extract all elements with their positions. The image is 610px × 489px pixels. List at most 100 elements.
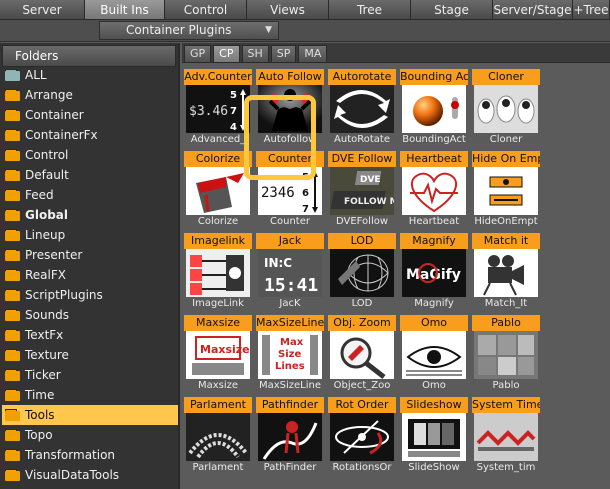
svg-text:Max: Max <box>280 337 304 348</box>
plugin-title: Bounding Action <box>400 69 468 85</box>
menu-built-ins[interactable]: Built Ins <box>85 0 165 20</box>
plugin-tile[interactable]: Rot Order RotationsOr <box>328 397 396 477</box>
folder-item-all[interactable]: ALL <box>2 65 178 85</box>
plugin-tile[interactable]: Jack IN:C 15:41 JacK <box>256 233 324 313</box>
plugin-label: Pablo <box>492 380 520 391</box>
plugin-label: MaxSizeLine <box>258 380 322 391</box>
plugin-title: Match it <box>472 233 540 249</box>
omo-icon <box>402 331 466 379</box>
menu-tree[interactable]: Tree <box>329 0 411 20</box>
tab-sh[interactable]: SH <box>241 45 269 62</box>
folder-item-arrange[interactable]: Arrange <box>2 85 178 105</box>
heartbeat-icon <box>402 167 466 215</box>
folder-item-ticker[interactable]: Ticker <box>2 365 178 385</box>
folder-item-container[interactable]: Container <box>2 105 178 125</box>
folder-icon <box>5 129 20 141</box>
folder-item-topo[interactable]: Topo <box>2 425 178 445</box>
maxsize-lines-icon: Max Size Lines <box>258 331 322 379</box>
plugin-tile[interactable]: System Time System_tim <box>472 397 540 477</box>
plugin-grid: Adv.Counter $3.46 5 7 4 Advanced_ Auto Follow A… <box>182 62 610 489</box>
folder-item-control[interactable]: Control <box>2 145 178 165</box>
plugin-label: DVEFollow <box>335 216 389 227</box>
plugin-label: Match_It <box>484 298 528 309</box>
menu-plus-tree[interactable]: +Tree <box>573 0 610 20</box>
plugins-panel: GP CP SH SP MA Adv.Counter $3.46 5 7 4 Advanced_ A… <box>182 43 610 489</box>
plugin-title: Maxsize <box>184 315 252 331</box>
menu-server[interactable]: Server <box>0 0 85 20</box>
folder-item-realfx[interactable]: RealFX <box>2 265 178 285</box>
plugin-tile[interactable]: LOD LOD <box>328 233 396 313</box>
folder-item-default[interactable]: Default <box>2 165 178 185</box>
folder-icon <box>5 289 20 301</box>
plugin-tile[interactable]: Pathfinder PathFinder <box>256 397 324 477</box>
folder-item-visualdatatools[interactable]: VisualDataTools <box>2 465 178 485</box>
plugin-label: BoundingAct <box>402 134 466 145</box>
menu-stage[interactable]: Stage <box>411 0 493 20</box>
plugin-title: Cloner <box>472 69 540 85</box>
folder-item-scriptplugins[interactable]: ScriptPlugins <box>2 285 178 305</box>
tab-cp[interactable]: CP <box>213 45 240 62</box>
colorize-icon <box>186 167 250 215</box>
plugin-tile[interactable]: DVE Follow DVE FOLLOW ME DVEFollow <box>328 151 396 231</box>
plugin-tile[interactable]: Bounding Action BoundingAct <box>400 69 468 149</box>
plugin-tile[interactable]: Cloner Cloner <box>472 69 540 149</box>
menu-views[interactable]: Views <box>247 0 329 20</box>
tab-gp[interactable]: GP <box>184 45 212 62</box>
plugin-tabs: GP CP SH SP MA <box>184 45 329 62</box>
plugin-tile[interactable]: Magnify MaGify Magnify <box>400 233 468 313</box>
plugin-tile[interactable]: Slideshow SlideShow <box>400 397 468 477</box>
main-menu-bar: Server Built Ins Control Views Tree Stag… <box>0 0 610 20</box>
plugin-tile[interactable]: Colorize Colorize <box>184 151 252 231</box>
folder-item-global[interactable]: Global <box>2 205 178 225</box>
plugin-tile[interactable]: Parlament Parlament <box>184 397 252 477</box>
folder-item-sounds[interactable]: Sounds <box>2 305 178 325</box>
svg-text:IN:C: IN:C <box>264 256 292 270</box>
folder-item-time[interactable]: Time <box>2 385 178 405</box>
plugin-title: DVE Follow <box>328 151 396 167</box>
folder-item-lineup[interactable]: Lineup <box>2 225 178 245</box>
plugin-tile[interactable]: MaxSizeLines Max Size Lines MaxSizeLine <box>256 315 324 395</box>
plugin-tile[interactable]: Maxsize Maxsize Maxsize <box>184 315 252 395</box>
folder-item-textfx[interactable]: TextFx <box>2 325 178 345</box>
folder-item-texture[interactable]: Texture <box>2 345 178 365</box>
plugin-tile[interactable]: Pablo Pablo <box>472 315 540 395</box>
svg-text:Lines: Lines <box>275 361 305 372</box>
folder-item-containerfx[interactable]: ContainerFx <box>2 125 178 145</box>
plugin-category-dropdown[interactable]: Container Plugins ▼ <box>99 21 279 40</box>
plugin-tile[interactable]: Omo Omo <box>400 315 468 395</box>
plugin-tile[interactable]: Adv.Counter $3.46 5 7 4 Advanced_ <box>184 69 252 149</box>
folder-item-feed[interactable]: Feed <box>2 185 178 205</box>
plugin-label: Parlament <box>192 462 244 473</box>
folder-label: ScriptPlugins <box>25 288 103 302</box>
menu-server-stage[interactable]: Server/Stage <box>493 0 573 20</box>
dve-follow-icon: DVE FOLLOW ME <box>330 167 394 215</box>
folder-icon <box>5 209 20 221</box>
folder-icon <box>5 169 20 181</box>
plugin-label: Maxsize <box>197 380 239 391</box>
plugin-tile[interactable]: Match it Match_It <box>472 233 540 313</box>
svg-text:$3.46: $3.46 <box>189 104 228 119</box>
pathfinder-icon <box>258 413 322 461</box>
folder-label: Global <box>25 208 69 222</box>
folder-icon <box>5 149 20 161</box>
plugin-tile[interactable]: Imagelink ImageLink <box>184 233 252 313</box>
parlament-icon <box>186 413 250 461</box>
plugin-tile[interactable]: Hide On Empty HideOnEmpt <box>472 151 540 231</box>
plugin-title: MaxSizeLines <box>256 315 324 331</box>
folder-item-tools[interactable]: Tools <box>2 405 178 425</box>
plugin-tile[interactable]: Autorotate AutoRotate <box>328 69 396 149</box>
plugin-label: Cloner <box>489 134 523 145</box>
menu-control[interactable]: Control <box>165 0 247 20</box>
plugin-label: Counter <box>270 216 310 227</box>
plugin-label: Object_Zoo <box>333 380 391 391</box>
folder-item-transformation[interactable]: Transformation <box>2 445 178 465</box>
cloner-icon <box>474 85 538 133</box>
plugin-label: LOD <box>351 298 373 309</box>
folder-item-presenter[interactable]: Presenter <box>2 245 178 265</box>
tab-ma[interactable]: MA <box>298 45 328 62</box>
plugin-tile[interactable]: Heartbeat Heartbeat <box>400 151 468 231</box>
tab-sp[interactable]: SP <box>270 45 297 62</box>
folder-icon <box>5 309 20 321</box>
plugin-tile[interactable]: Obj. Zoom Object_Zoo <box>328 315 396 395</box>
maxsize-icon: Maxsize <box>186 331 250 379</box>
